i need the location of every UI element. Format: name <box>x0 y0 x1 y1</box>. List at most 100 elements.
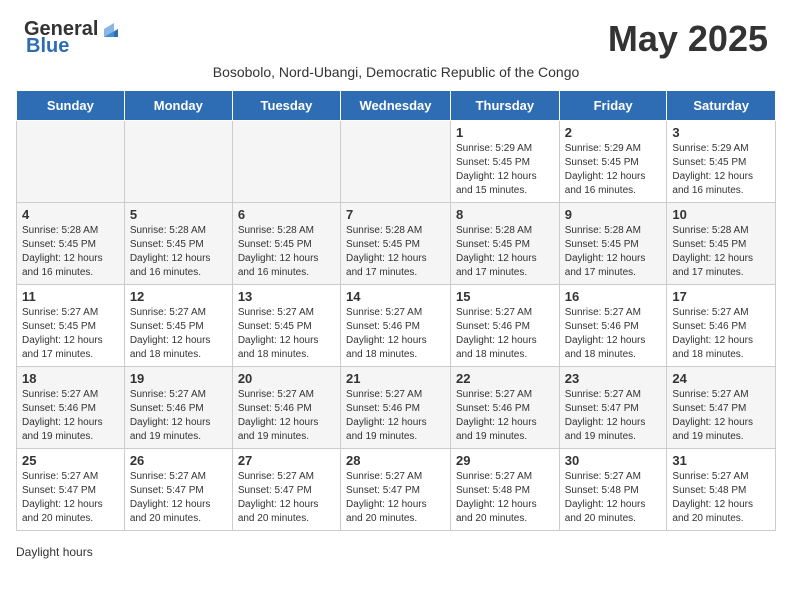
calendar-cell: 30 Sunrise: 5:27 AM Sunset: 5:48 PM Dayli… <box>559 449 667 531</box>
calendar-cell <box>124 121 232 203</box>
week-row-1: 1Sunrise: 5:29 AM Sunset: 5:45 PM Daylig… <box>17 121 776 203</box>
day-info: Sunrise: 5:27 AM Sunset: 5:46 PM Dayligh… <box>130 388 227 444</box>
day-info: Sunrise: 5:27 AM Sunset: 5:47 PM Dayligh… <box>22 470 119 526</box>
day-header-sunday: Sunday <box>17 91 125 121</box>
logo-icon <box>100 19 122 41</box>
calendar-cell <box>232 121 340 203</box>
calendar-cell: 9Sunrise: 5:28 AM Sunset: 5:45 PM Daylig… <box>559 203 667 285</box>
day-number: 14 <box>346 289 445 304</box>
day-number: 12 <box>130 289 227 304</box>
day-number: 27 <box>238 453 335 468</box>
day-number: 18 <box>22 371 119 386</box>
calendar-cell: 16Sunrise: 5:27 AM Sunset: 5:46 PM Dayli… <box>559 285 667 367</box>
calendar-cell: 15Sunrise: 5:27 AM Sunset: 5:46 PM Dayli… <box>450 285 559 367</box>
day-info: Sunrise: 5:27 AM Sunset: 5:47 PM Dayligh… <box>130 470 227 526</box>
day-info: Sunrise: 5:28 AM Sunset: 5:45 PM Dayligh… <box>238 224 335 280</box>
day-number: 17 <box>672 289 770 304</box>
calendar-cell: 17 Sunrise: 5:27 AM Sunset: 5:46 PM Dayli… <box>667 285 776 367</box>
week-row-4: 18 Sunrise: 5:27 AM Sunset: 5:46 PM Dayli… <box>17 367 776 449</box>
calendar-cell: 1Sunrise: 5:29 AM Sunset: 5:45 PM Daylig… <box>450 121 559 203</box>
subtitle: Bosobolo, Nord-Ubangi, Democratic Republ… <box>0 64 792 90</box>
calendar-cell: 3 Sunrise: 5:29 AM Sunset: 5:45 PM Daylig… <box>667 121 776 203</box>
calendar-cell: 12 Sunrise: 5:27 AM Sunset: 5:45 PM Dayli… <box>124 285 232 367</box>
logo-blue: Blue <box>26 35 69 58</box>
day-header-wednesday: Wednesday <box>341 91 451 121</box>
calendar-cell: 6 Sunrise: 5:28 AM Sunset: 5:45 PM Daylig… <box>232 203 340 285</box>
day-number: 23 <box>565 371 662 386</box>
day-number: 24 <box>672 371 770 386</box>
week-row-5: 25 Sunrise: 5:27 AM Sunset: 5:47 PM Dayli… <box>17 449 776 531</box>
calendar-cell: 20 Sunrise: 5:27 AM Sunset: 5:46 PM Dayli… <box>232 367 340 449</box>
day-info: Sunrise: 5:27 AM Sunset: 5:46 PM Dayligh… <box>456 388 554 444</box>
week-row-3: 11 Sunrise: 5:27 AM Sunset: 5:45 PM Dayli… <box>17 285 776 367</box>
day-number: 26 <box>130 453 227 468</box>
calendar-cell: 28 Sunrise: 5:27 AM Sunset: 5:47 PM Dayli… <box>341 449 451 531</box>
calendar-cell: 27 Sunrise: 5:27 AM Sunset: 5:47 PM Dayli… <box>232 449 340 531</box>
day-header-monday: Monday <box>124 91 232 121</box>
day-number: 20 <box>238 371 335 386</box>
day-number: 15 <box>456 289 554 304</box>
calendar-cell: 23 Sunrise: 5:27 AM Sunset: 5:47 PM Dayli… <box>559 367 667 449</box>
day-info: Sunrise: 5:27 AM Sunset: 5:48 PM Dayligh… <box>456 470 554 526</box>
calendar-cell: 8Sunrise: 5:28 AM Sunset: 5:45 PM Daylig… <box>450 203 559 285</box>
calendar-cell: 13Sunrise: 5:27 AM Sunset: 5:45 PM Dayli… <box>232 285 340 367</box>
day-number: 11 <box>22 289 119 304</box>
day-info: Sunrise: 5:28 AM Sunset: 5:45 PM Dayligh… <box>672 224 770 280</box>
calendar-cell: 14Sunrise: 5:27 AM Sunset: 5:46 PM Dayli… <box>341 285 451 367</box>
day-number: 10 <box>672 207 770 222</box>
day-number: 29 <box>456 453 554 468</box>
day-info: Sunrise: 5:27 AM Sunset: 5:47 PM Dayligh… <box>672 388 770 444</box>
title-section: May 2025 <box>608 18 768 60</box>
calendar-cell: 19 Sunrise: 5:27 AM Sunset: 5:46 PM Dayli… <box>124 367 232 449</box>
daylight-label: Daylight hours <box>16 545 93 559</box>
day-number: 30 <box>565 453 662 468</box>
day-info: Sunrise: 5:28 AM Sunset: 5:45 PM Dayligh… <box>456 224 554 280</box>
day-header-tuesday: Tuesday <box>232 91 340 121</box>
day-info: Sunrise: 5:29 AM Sunset: 5:45 PM Dayligh… <box>672 142 770 198</box>
calendar-cell: 29 Sunrise: 5:27 AM Sunset: 5:48 PM Dayli… <box>450 449 559 531</box>
calendar-cell: 7 Sunrise: 5:28 AM Sunset: 5:45 PM Daylig… <box>341 203 451 285</box>
day-info: Sunrise: 5:27 AM Sunset: 5:46 PM Dayligh… <box>238 388 335 444</box>
day-number: 4 <box>22 207 119 222</box>
day-number: 25 <box>22 453 119 468</box>
day-number: 5 <box>130 207 227 222</box>
day-info: Sunrise: 5:27 AM Sunset: 5:46 PM Dayligh… <box>565 306 662 362</box>
day-header-thursday: Thursday <box>450 91 559 121</box>
day-number: 6 <box>238 207 335 222</box>
day-header-friday: Friday <box>559 91 667 121</box>
calendar-cell: 24 Sunrise: 5:27 AM Sunset: 5:47 PM Dayli… <box>667 367 776 449</box>
day-info: Sunrise: 5:28 AM Sunset: 5:45 PM Dayligh… <box>22 224 119 280</box>
day-info: Sunrise: 5:28 AM Sunset: 5:45 PM Dayligh… <box>346 224 445 280</box>
calendar-cell: 4 Sunrise: 5:28 AM Sunset: 5:45 PM Daylig… <box>17 203 125 285</box>
day-info: Sunrise: 5:27 AM Sunset: 5:47 PM Dayligh… <box>238 470 335 526</box>
day-info: Sunrise: 5:27 AM Sunset: 5:46 PM Dayligh… <box>672 306 770 362</box>
month-title: May 2025 <box>608 18 768 60</box>
day-info: Sunrise: 5:29 AM Sunset: 5:45 PM Dayligh… <box>565 142 662 198</box>
day-info: Sunrise: 5:27 AM Sunset: 5:47 PM Dayligh… <box>346 470 445 526</box>
day-info: Sunrise: 5:27 AM Sunset: 5:47 PM Dayligh… <box>565 388 662 444</box>
logo: General Blue <box>24 18 122 58</box>
week-row-2: 4 Sunrise: 5:28 AM Sunset: 5:45 PM Daylig… <box>17 203 776 285</box>
day-number: 31 <box>672 453 770 468</box>
footer: Daylight hours <box>0 541 792 567</box>
day-info: Sunrise: 5:27 AM Sunset: 5:45 PM Dayligh… <box>130 306 227 362</box>
calendar-cell: 22Sunrise: 5:27 AM Sunset: 5:46 PM Dayli… <box>450 367 559 449</box>
day-number: 2 <box>565 125 662 140</box>
calendar-container: SundayMondayTuesdayWednesdayThursdayFrid… <box>0 90 792 541</box>
day-number: 28 <box>346 453 445 468</box>
calendar-cell: 18Sunrise: 5:27 AM Sunset: 5:46 PM Dayli… <box>17 367 125 449</box>
calendar-cell: 11 Sunrise: 5:27 AM Sunset: 5:45 PM Dayli… <box>17 285 125 367</box>
day-info: Sunrise: 5:27 AM Sunset: 5:45 PM Dayligh… <box>22 306 119 362</box>
calendar-cell <box>17 121 125 203</box>
header: General Blue May 2025 <box>0 0 792 64</box>
days-header-row: SundayMondayTuesdayWednesdayThursdayFrid… <box>17 91 776 121</box>
day-number: 7 <box>346 207 445 222</box>
calendar-cell: 21Sunrise: 5:27 AM Sunset: 5:46 PM Dayli… <box>341 367 451 449</box>
day-info: Sunrise: 5:27 AM Sunset: 5:48 PM Dayligh… <box>565 470 662 526</box>
day-info: Sunrise: 5:29 AM Sunset: 5:45 PM Dayligh… <box>456 142 554 198</box>
day-number: 9 <box>565 207 662 222</box>
day-info: Sunrise: 5:28 AM Sunset: 5:45 PM Dayligh… <box>130 224 227 280</box>
calendar-cell: 10 Sunrise: 5:28 AM Sunset: 5:45 PM Dayli… <box>667 203 776 285</box>
day-number: 3 <box>672 125 770 140</box>
day-number: 19 <box>130 371 227 386</box>
